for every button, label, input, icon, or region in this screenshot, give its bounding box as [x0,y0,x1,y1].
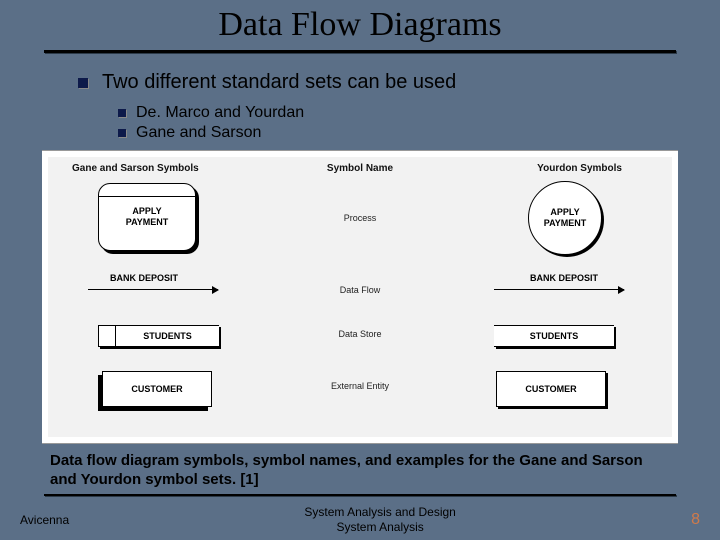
col-header-mid: Symbol Name [327,163,393,174]
footer-course-line1: System Analysis and Design [304,505,455,519]
col-header-left: Gane and Sarson Symbols [72,163,199,174]
bullet-text: De. Marco and Yourdan [136,104,304,122]
symbols-figure: Gane and Sarson Symbols Symbol Name Your… [42,150,678,444]
flow-label-left: BANK DEPOSIT [110,273,178,283]
figure-caption: Data flow diagram symbols, symbol names,… [50,452,670,490]
title-block: Data Flow Diagrams [0,0,720,44]
bullet-level1: Two different standard sets can be used [78,71,720,94]
entity-label: CUSTOMER [131,384,182,394]
bullet-text: Gane and Sarson [136,124,261,142]
datastore-id-bar [99,326,116,346]
process-label: APPLY PAYMENT [544,207,587,229]
gane-sarson-process-symbol: APPLY PAYMENT [98,183,196,251]
bullet-level2: De. Marco and Yourdan [118,104,720,122]
footer-rule [44,494,676,496]
symbol-name-flow: Data Flow [340,285,381,295]
bullet-square-icon [118,109,126,117]
bullet-content: Two different standard sets can be used … [78,71,720,142]
gane-sarson-flow-arrow [88,289,218,290]
bullet-square-icon [78,78,88,88]
yourdon-process-symbol: APPLY PAYMENT [528,181,602,255]
datastore-label: STUDENTS [116,331,219,341]
symbol-name-process: Process [344,213,377,223]
sub-bullets: De. Marco and Yourdan Gane and Sarson [118,104,720,142]
bullet-text: Two different standard sets can be used [102,71,456,94]
figure-canvas: Gane and Sarson Symbols Symbol Name Your… [48,157,672,437]
datastore-label: STUDENTS [530,331,579,341]
bullet-level2: Gane and Sarson [118,124,720,142]
yourdon-entity-symbol: CUSTOMER [496,371,606,407]
yourdon-datastore-symbol: STUDENTS [494,325,614,347]
footer-course-line2: System Analysis [336,520,423,534]
entity-label: CUSTOMER [525,384,576,394]
col-header-right: Yourdon Symbols [537,163,622,174]
process-label: APPLY PAYMENT [126,206,169,228]
gane-sarson-datastore-symbol: STUDENTS [98,325,219,347]
slide-footer: Avicenna System Analysis and Design Syst… [0,505,720,534]
footer-course: System Analysis and Design System Analys… [69,505,691,534]
gane-sarson-entity-symbol: CUSTOMER [102,371,212,407]
title-rule [44,50,676,53]
yourdon-flow-arrow [494,289,624,290]
footer-page-number: 8 [691,511,700,529]
symbol-name-entity: External Entity [331,381,389,391]
footer-author: Avicenna [20,513,69,527]
flow-label-right: BANK DEPOSIT [530,273,598,283]
symbol-name-store: Data Store [338,329,381,339]
bullet-square-icon [118,129,126,137]
slide-title: Data Flow Diagrams [218,6,501,43]
